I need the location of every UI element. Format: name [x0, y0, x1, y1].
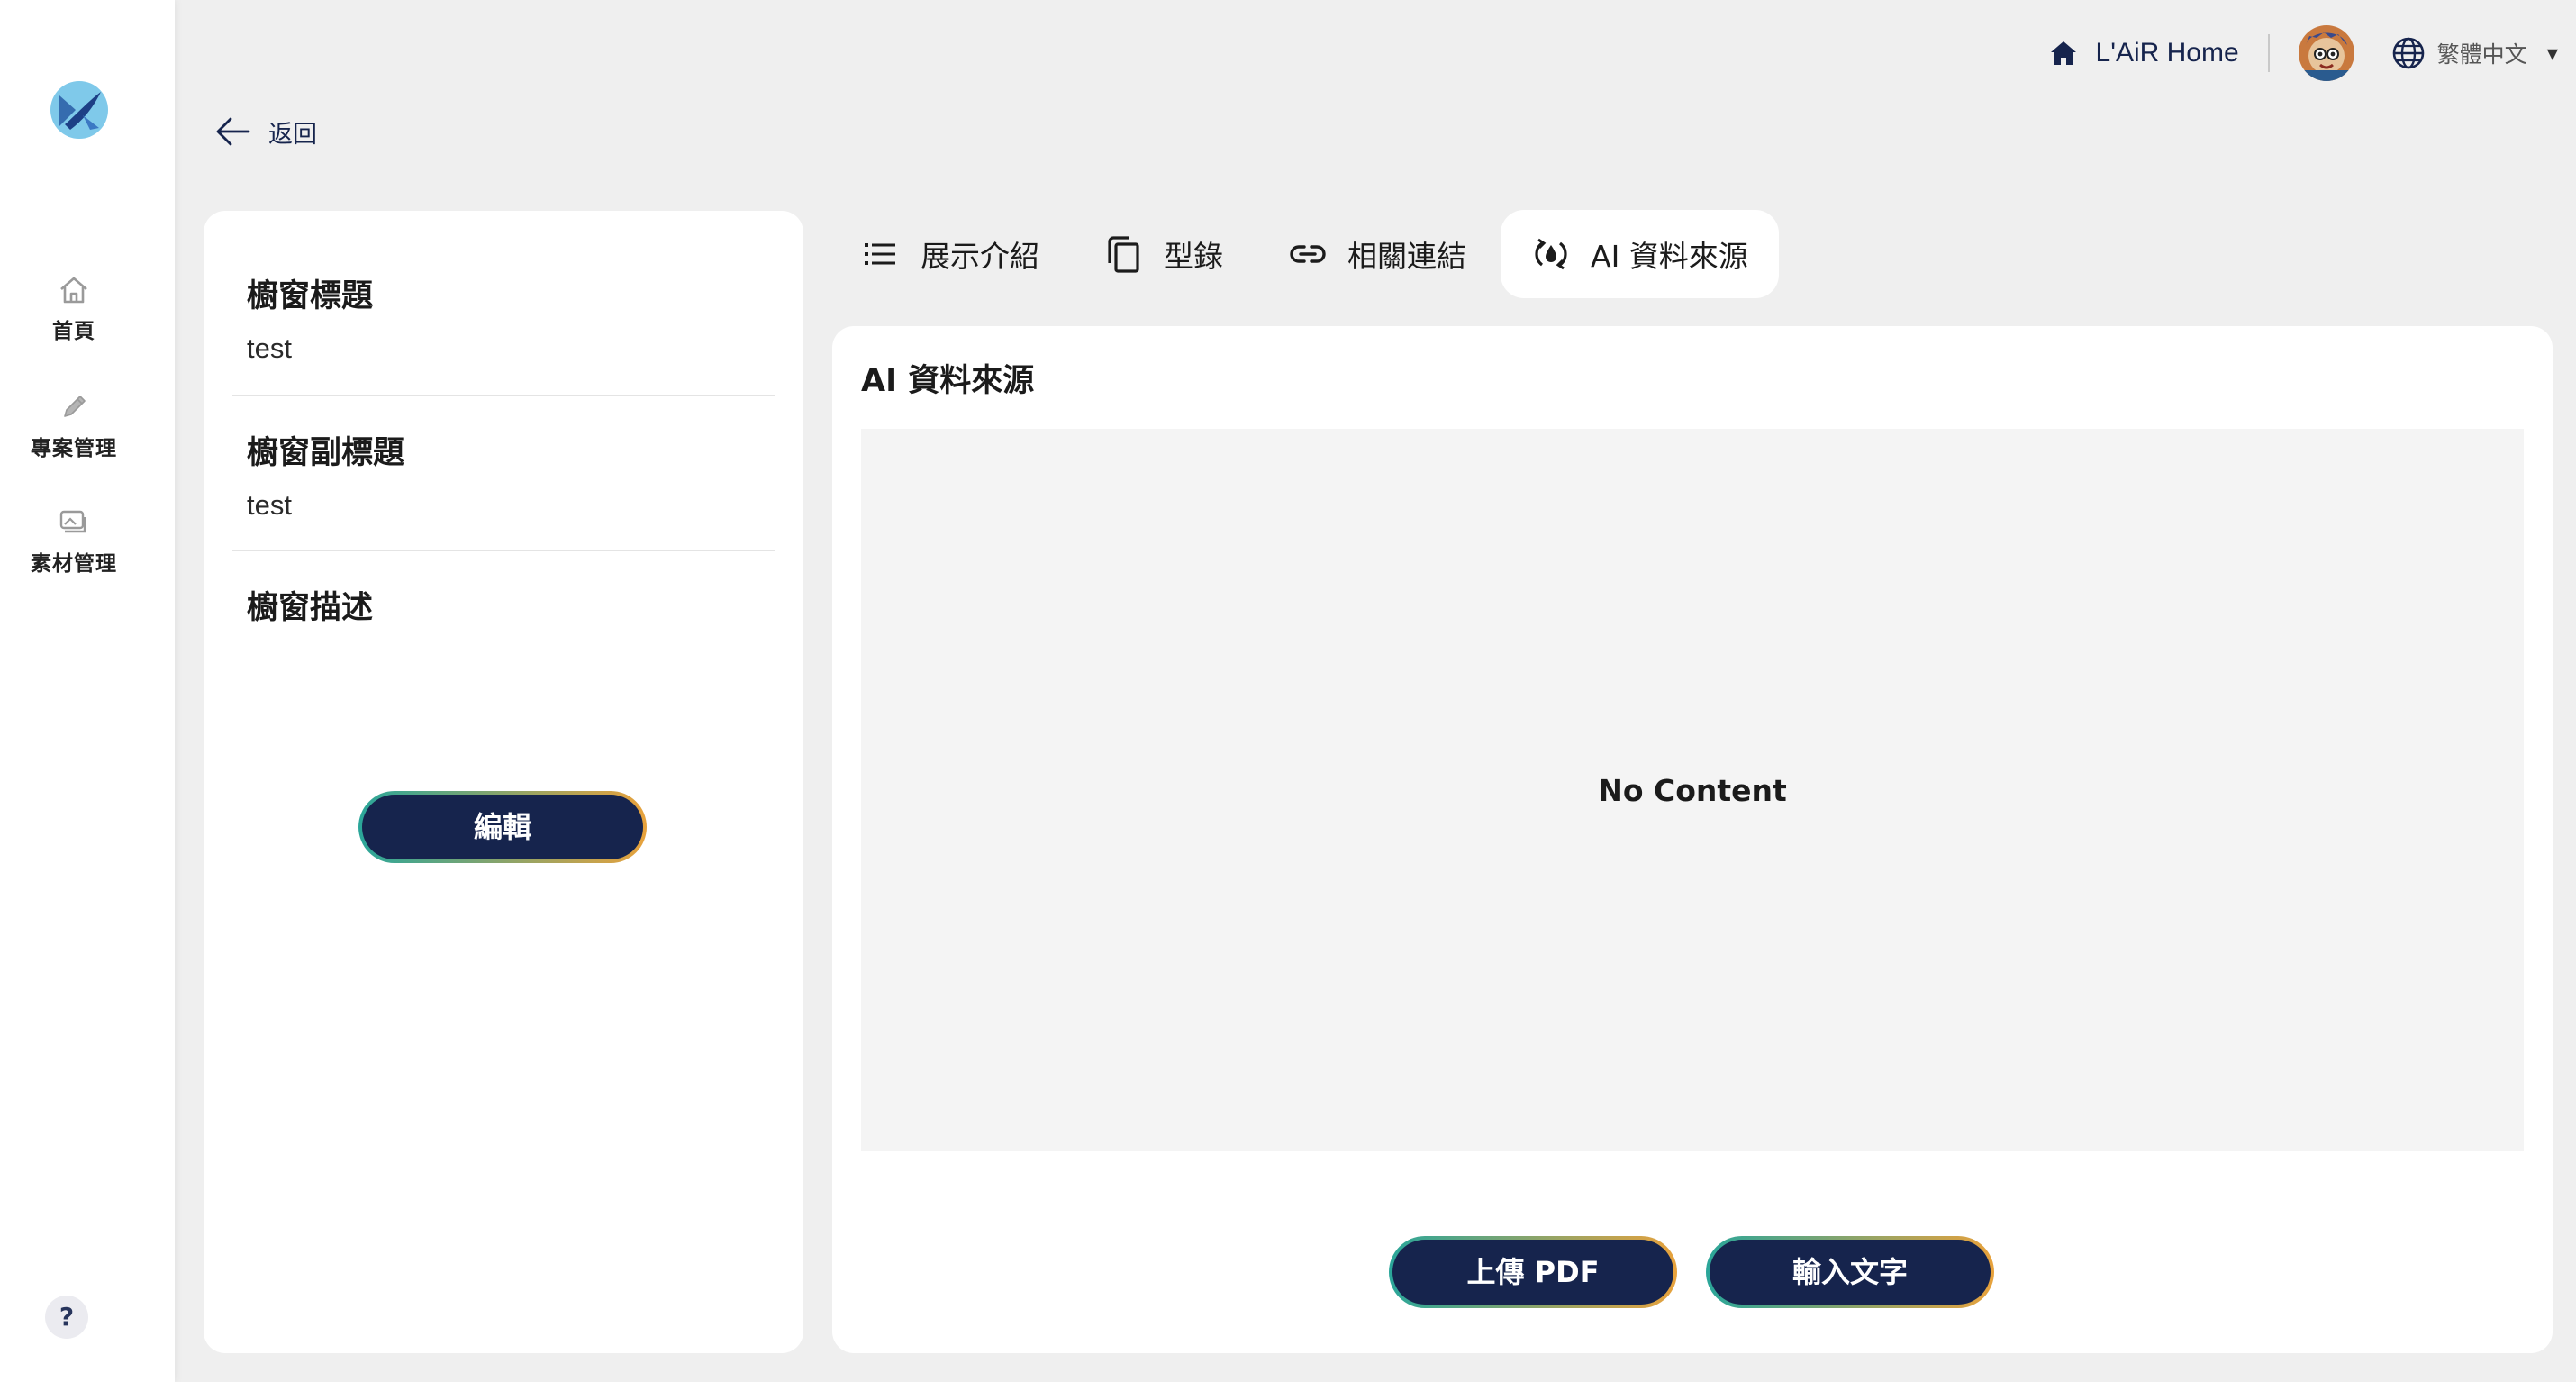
- tab-ai-source[interactable]: AI 資料來源: [1501, 210, 1779, 298]
- avatar[interactable]: [2298, 25, 2354, 81]
- tab-label: 型錄: [1164, 239, 1223, 274]
- ai-source-panel: AI 資料來源 No Content 上傳 PDF 輸入文字: [832, 326, 2553, 1353]
- tab-catalog[interactable]: 型錄: [1074, 210, 1254, 298]
- input-text-button[interactable]: 輸入文字: [1706, 1236, 1994, 1308]
- field-label: 櫥窗副標題: [247, 435, 405, 471]
- copy-icon: [1108, 236, 1139, 273]
- pencil-icon: [64, 396, 86, 417]
- tab-showcase-intro[interactable]: 展示介紹: [830, 210, 1070, 298]
- list-icon: [865, 243, 895, 265]
- media-icon: [59, 510, 86, 533]
- sidebar-item-home[interactable]: 首頁: [0, 272, 148, 344]
- tab-related-links[interactable]: 相關連結: [1257, 210, 1497, 298]
- tab-label: 相關連結: [1347, 239, 1466, 274]
- home-link[interactable]: L'AiR Home: [2047, 37, 2239, 69]
- content-area: No Content: [861, 429, 2524, 1151]
- field-label: 櫥窗標題: [247, 278, 374, 314]
- language-selector[interactable]: 繁體中文 ▼: [2390, 35, 2558, 71]
- field-subtitle: 櫥窗副標題 test: [247, 427, 775, 522]
- sidebar-item-media[interactable]: 素材管理: [0, 505, 148, 577]
- edit-button[interactable]: 編輯: [358, 791, 647, 863]
- upload-pdf-button[interactable]: 上傳 PDF: [1389, 1236, 1677, 1308]
- globe-icon: [2392, 37, 2424, 69]
- sidebar-item-label: 素材管理: [31, 552, 117, 576]
- field-description: 櫥窗描述: [247, 582, 775, 628]
- home-icon: [60, 277, 87, 304]
- house-icon: [2050, 41, 2076, 65]
- app-logo[interactable]: [49, 79, 110, 141]
- back-label: 返回: [268, 120, 317, 149]
- header-divider: [2267, 34, 2270, 72]
- link-icon: [1290, 245, 1326, 263]
- sidebar: 首頁 專案管理 素材管理 ?: [0, 0, 175, 1382]
- language-label: 繁體中文: [2436, 41, 2527, 68]
- field-value: test: [247, 489, 292, 521]
- home-link-label: L'AiR Home: [2095, 38, 2239, 68]
- tab-label: AI 資料來源: [1591, 239, 1748, 274]
- tab-bar: 展示介紹 型錄 相關連結 AI 資料來源: [830, 209, 1782, 299]
- showcase-info-card: 櫥窗標題 test 櫥窗副標題 test 櫥窗描述 編輯: [204, 211, 803, 1353]
- divider: [232, 395, 775, 396]
- sidebar-item-label: 專案管理: [31, 437, 117, 460]
- ai-source-icon: [1535, 238, 1567, 270]
- empty-state-text: No Content: [1598, 772, 1787, 808]
- arrow-left-icon: [216, 117, 250, 146]
- field-value: test: [247, 332, 292, 364]
- sidebar-item-label: 首頁: [52, 320, 95, 343]
- tab-label: 展示介紹: [921, 239, 1039, 274]
- panel-title: AI 資料來源: [861, 363, 1035, 399]
- back-button[interactable]: 返回: [213, 112, 317, 151]
- field-label: 櫥窗描述: [247, 590, 374, 626]
- sidebar-item-projects[interactable]: 專案管理: [0, 389, 148, 461]
- field-title: 櫥窗標題 test: [247, 270, 775, 365]
- divider: [232, 550, 775, 551]
- help-button[interactable]: ?: [45, 1296, 88, 1339]
- chevron-down-icon: ▼: [2546, 44, 2558, 62]
- header-toolbar: L'AiR Home 繁體中文 ▼: [2047, 22, 2558, 85]
